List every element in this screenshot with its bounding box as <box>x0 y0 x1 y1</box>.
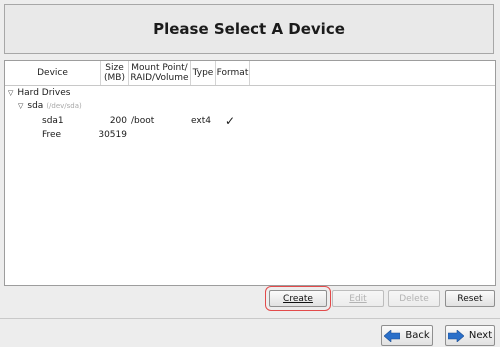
cell-device: sda1 <box>42 115 64 126</box>
triangle-down-icon[interactable]: ▽ <box>18 102 23 110</box>
back-button[interactable]: Back <box>381 325 433 346</box>
next-button[interactable]: Next <box>445 325 495 346</box>
page-header: Please Select A Device <box>4 4 494 54</box>
column-header-type[interactable]: Type <box>191 61 216 85</box>
column-header-device[interactable]: Device <box>5 61 101 85</box>
checkmark-icon: ✓ <box>225 113 236 128</box>
delete-button[interactable]: Delete <box>388 290 440 307</box>
left-arrow-icon <box>384 329 401 342</box>
cell-size: 200 <box>109 115 127 126</box>
triangle-down-icon[interactable]: ▽ <box>8 89 13 97</box>
page-title: Please Select A Device <box>153 20 345 38</box>
tree-group-hard-drives[interactable]: ▽ Hard Drives <box>5 86 495 99</box>
cell-device: Free <box>42 129 62 140</box>
table-header: Device Size (MB) Mount Point/ RAID/Volum… <box>5 61 495 86</box>
column-header-format[interactable]: Format <box>216 61 250 85</box>
device-table: Device Size (MB) Mount Point/ RAID/Volum… <box>4 60 496 286</box>
tree-disk-sda[interactable]: ▽ sda (/dev/sda) <box>5 99 495 112</box>
table-row[interactable]: Free 30519 <box>5 128 495 141</box>
cell-mount: /boot <box>131 115 155 126</box>
cell-type: ext4 <box>191 115 211 126</box>
create-button[interactable]: Create <box>265 286 331 311</box>
divider <box>0 318 500 319</box>
edit-button[interactable]: Edit <box>332 290 384 307</box>
column-header-size[interactable]: Size (MB) <box>101 61 129 85</box>
table-row[interactable]: sda1 200 /boot ext4 ✓ <box>5 113 495 128</box>
reset-button[interactable]: Reset <box>445 290 495 307</box>
column-header-mount[interactable]: Mount Point/ RAID/Volume <box>129 61 191 85</box>
cell-size: 30519 <box>98 129 127 140</box>
right-arrow-icon <box>447 329 464 342</box>
